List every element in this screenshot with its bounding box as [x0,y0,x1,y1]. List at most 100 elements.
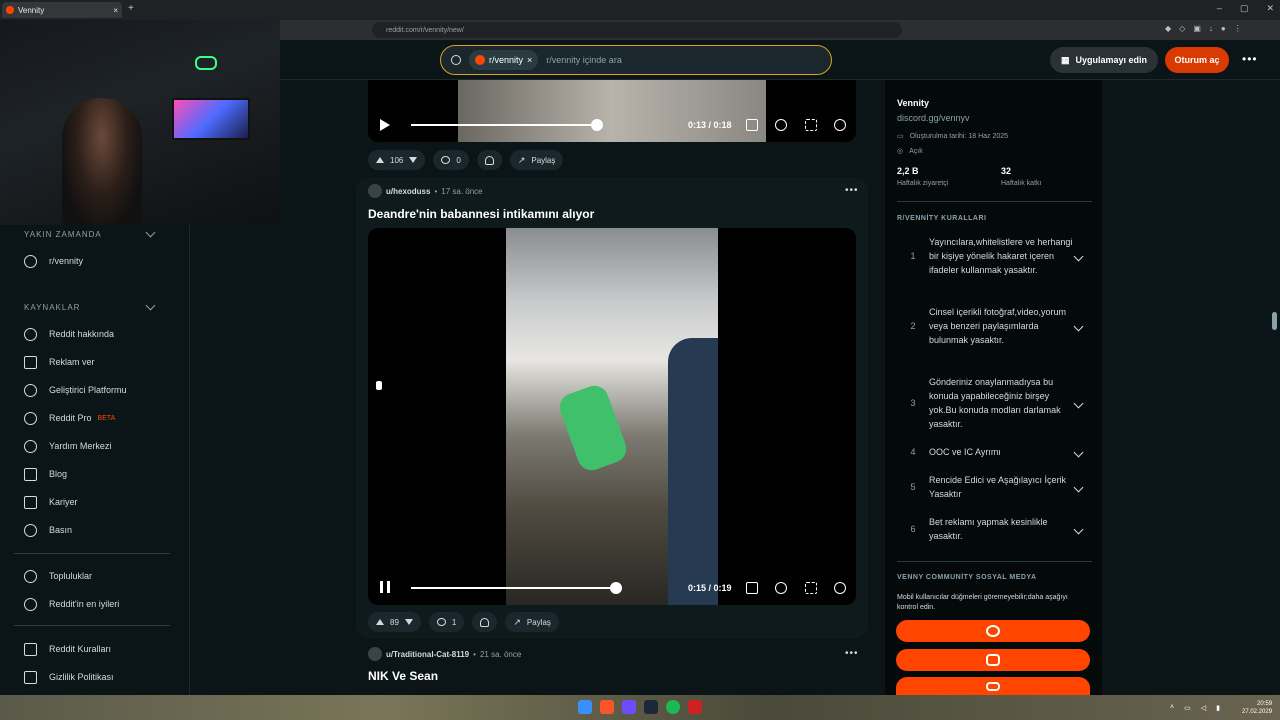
sidebar-item-blog[interactable]: Blog [24,464,67,484]
sidebar-item-label: Blog [49,469,68,479]
share-button[interactable]: ↗ Paylaş [505,612,559,632]
sidebar-item-best-of[interactable]: Reddit'in en iyileri [24,594,119,614]
get-app-button[interactable]: ▦ Uygulamayı edin [1050,47,1158,73]
sidebar-item-vennity[interactable]: r/vennity [24,251,83,271]
volume-tray-icon[interactable]: ◁ [1201,704,1206,712]
comments-button[interactable]: 1 [428,612,465,632]
rule-item[interactable]: 4 OOC ve IC Ayrımı [897,445,1092,459]
rule-text: Rencide Edici ve Aşağılayıcı İçerik Yasa… [929,475,1067,499]
chevron-down-icon[interactable] [1073,398,1084,408]
sidebar-item-press[interactable]: Basın [24,520,72,540]
start-icon[interactable] [578,700,592,714]
fullscreen-icon[interactable] [805,119,817,131]
chevron-down-icon[interactable] [1073,482,1084,492]
social-button-discord[interactable] [896,649,1090,671]
communities-icon [24,569,37,583]
chevron-down-icon[interactable] [1073,524,1084,534]
sidebar-item-help[interactable]: Yardım Merkezi [24,436,111,456]
close-window-button[interactable]: ✕ [1266,3,1274,14]
settings-icon[interactable] [775,582,787,594]
rule-item[interactable]: 1 Yayıncılara,whitelistlere ve herhangi … [897,235,1092,277]
volume-icon[interactable] [834,119,846,131]
discord-taskbar-icon[interactable] [622,700,636,714]
rule-item[interactable]: 3 Gönderiniz onaylanmadıysa bu konuda ya… [897,375,1092,431]
maximize-button[interactable]: ▢ [1240,3,1249,14]
captions-icon[interactable] [746,582,758,594]
upvote-icon[interactable] [376,619,384,625]
fullscreen-icon[interactable] [805,582,817,594]
brave-icon[interactable] [600,700,614,714]
social-button-web[interactable] [896,620,1090,642]
post-author[interactable]: u/Traditional-Cat-8119 [386,650,469,659]
captions-icon[interactable] [746,119,758,131]
video-progress-bar[interactable] [411,124,597,126]
award-icon [484,155,494,165]
search-bar[interactable]: r/vennity × r/vennity içinde ara [440,45,832,75]
video-progress-bar[interactable] [411,587,616,589]
minimize-button[interactable]: – [1217,3,1222,14]
sidebar-icon[interactable]: ▣ [1193,24,1201,33]
extension-icon[interactable]: ◆ [1165,24,1171,33]
chevron-down-icon[interactable] [1073,321,1084,331]
comments-button[interactable]: 0 [433,150,469,170]
battery-icon[interactable]: ▮ [1216,704,1220,712]
pause-icon[interactable] [380,581,390,593]
downvote-icon[interactable] [409,157,418,163]
extensions-icon[interactable]: ◇ [1179,24,1185,33]
volume-icon[interactable] [834,582,846,594]
app-icon[interactable] [688,700,702,714]
spotify-icon[interactable] [666,700,680,714]
rule-item[interactable]: 2 Cinsel içerikli fotoğraf,video,yorum v… [897,305,1092,347]
url-field[interactable]: reddit.com/r/vennity/new/ [372,22,902,38]
steam-icon[interactable] [644,700,658,714]
menu-icon[interactable]: ⋮ [1234,24,1242,33]
rule-item[interactable]: 6 Bet reklamı yapmak kesinlikle yasaktır… [897,515,1092,543]
chevron-down-icon[interactable] [1073,251,1084,261]
browser-tab[interactable]: Vennity × [2,2,122,18]
network-icon[interactable]: ▭ [1184,704,1191,712]
profile-icon[interactable]: ● [1221,24,1226,33]
login-button[interactable]: Oturum aç [1165,47,1229,73]
chevron-down-icon[interactable] [1073,447,1084,457]
social-button-youtube[interactable] [896,677,1090,695]
chip-close-icon[interactable]: × [527,55,532,65]
video-progress-handle[interactable] [591,119,603,131]
post-options-icon[interactable]: ••• [845,185,859,196]
post-title[interactable]: Deandre'nin babannesi intikamını alıyor [368,207,594,221]
sidebar-item-about[interactable]: Reddit hakkında [24,324,114,344]
award-button[interactable] [472,612,498,632]
download-icon[interactable]: ↓ [1209,24,1213,33]
rule-item[interactable]: 5 Rencide Edici ve Aşağılayıcı İçerik Ya… [897,473,1092,501]
sidebar-item-communities[interactable]: Topluluklar [24,566,92,586]
sidebar-item-privacy[interactable]: Gizlilik Politikası [24,667,114,687]
sidebar-item-advertise[interactable]: Reklam ver [24,352,95,372]
user-avatar[interactable] [368,184,382,198]
video-progress-handle[interactable] [610,582,622,594]
sidebar-item-developer[interactable]: Geliştirici Platformu [24,380,127,400]
award-button[interactable] [476,150,502,170]
post-author[interactable]: u/hexoduss [386,187,430,196]
page-scrollbar[interactable] [1272,312,1277,330]
search-placeholder[interactable]: r/vennity içinde ara [546,55,622,65]
downvote-icon[interactable] [404,619,413,625]
tray-arrow-icon[interactable]: ˄ [1170,704,1174,712]
settings-icon[interactable] [775,119,787,131]
community-link[interactable]: discord.gg/vennyv [897,113,970,123]
post-video-player[interactable] [368,228,856,605]
new-tab-button[interactable]: + [128,3,134,14]
post-video-player[interactable] [368,80,856,142]
more-options-icon[interactable]: ••• [1242,52,1258,66]
sidebar-item-pro[interactable]: Reddit Pro BETA [24,408,115,428]
taskbar-clock[interactable]: 20:59 27.02.2029 [1242,700,1272,716]
post-options-icon[interactable]: ••• [845,648,859,659]
rule-number: 6 [910,524,916,534]
share-button[interactable]: ↗ Paylaş [509,150,564,170]
post-title[interactable]: NIK Ve Sean [368,669,438,683]
play-icon[interactable] [380,119,390,131]
upvote-icon[interactable] [376,157,384,163]
sidebar-item-careers[interactable]: Kariyer [24,492,78,512]
subreddit-chip[interactable]: r/vennity × [469,50,539,70]
user-avatar[interactable] [368,647,382,661]
sidebar-item-rules[interactable]: Reddit Kuralları [24,639,111,659]
tab-close-button[interactable]: × [113,6,118,15]
